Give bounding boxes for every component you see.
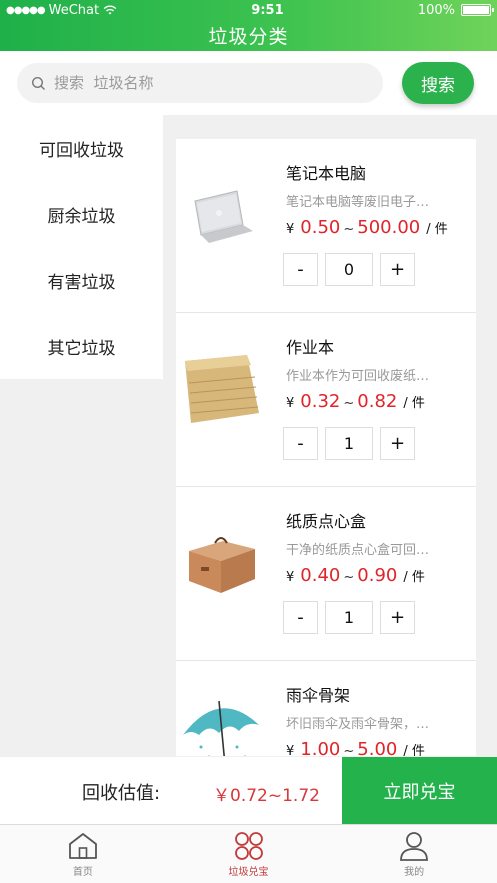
- product-price: ¥ 0.50 ~ 500.00 / 件: [286, 217, 448, 238]
- app-header: ●●●●● WeChat 9:51 100% 垃圾分类: [0, 0, 497, 51]
- quantity-stepper: - 1 +: [283, 601, 415, 634]
- search-icon: [31, 76, 45, 90]
- search-bar: 搜索: [0, 51, 497, 115]
- price-separator: ~: [343, 570, 355, 585]
- price-separator: ~: [343, 396, 355, 411]
- tab-home-label: 首页: [72, 866, 93, 878]
- cake-box-image: [189, 537, 255, 593]
- quantity-value[interactable]: 1: [325, 601, 373, 634]
- price-min: 0.40: [300, 565, 341, 586]
- quantity-stepper: - 1 +: [283, 427, 415, 460]
- product-description: 笔记本电脑等废旧电子…: [286, 195, 430, 210]
- price-max: 500.00: [357, 217, 421, 238]
- estimate-value: ￥0.72~1.72: [213, 786, 320, 806]
- product-name: 作业本: [286, 338, 335, 357]
- price-min: 0.32: [300, 391, 341, 412]
- tab-bar: 首页 垃圾兑宝 我的: [0, 824, 497, 883]
- product-price: ¥ 0.40 ~ 0.90 / 件: [286, 565, 425, 586]
- search-field[interactable]: [17, 63, 383, 103]
- increment-button[interactable]: +: [380, 427, 415, 460]
- decrement-button[interactable]: -: [283, 601, 318, 634]
- laptop-image: [194, 190, 253, 243]
- search-input[interactable]: [54, 74, 354, 92]
- product-name: 笔记本电脑: [286, 164, 367, 183]
- quantity-value[interactable]: 0: [325, 253, 373, 286]
- product-description: 坏旧雨伞及雨伞骨架，…: [286, 717, 430, 732]
- tab-profile-label: 我的: [404, 866, 425, 878]
- wifi-icon: [103, 5, 117, 15]
- tab-profile[interactable]: 我的: [331, 825, 497, 883]
- currency-symbol: ¥: [286, 222, 295, 237]
- product-item[interactable]: 笔记本电脑 笔记本电脑等废旧电子… ¥ 0.50 ~ 500.00 / 件 - …: [176, 139, 476, 313]
- decrement-button[interactable]: -: [283, 253, 318, 286]
- battery-icon: [460, 4, 494, 16]
- price-max: 5.00: [357, 739, 398, 756]
- product-item[interactable]: 雨伞骨架 坏旧雨伞及雨伞骨架，… ¥ 1.00 ~ 5.00 / 件 - 1 +: [176, 661, 476, 756]
- category-item-kitchen[interactable]: 厨余垃圾: [0, 181, 163, 247]
- product-name: 纸质点心盒: [286, 512, 367, 531]
- category-sidebar: 可回收垃圾 厨余垃圾 有害垃圾 其它垃圾: [0, 115, 163, 379]
- umbrella-image: [183, 700, 259, 756]
- product-item[interactable]: 纸质点心盒 干净的纸质点心盒可回… ¥ 0.40 ~ 0.90 / 件 - 1 …: [176, 487, 476, 661]
- search-button[interactable]: 搜索: [402, 62, 474, 104]
- quantity-value[interactable]: 1: [325, 427, 373, 460]
- notebook-image: [185, 355, 259, 423]
- increment-button[interactable]: +: [380, 253, 415, 286]
- currency-symbol: ¥: [286, 570, 295, 585]
- category-item-recyclable[interactable]: 可回收垃圾: [0, 115, 163, 181]
- price-min: 1.00: [300, 739, 341, 756]
- price-min: 0.50: [300, 217, 341, 238]
- increment-button[interactable]: +: [380, 601, 415, 634]
- price-unit: / 件: [426, 222, 448, 237]
- category-item-hazardous[interactable]: 有害垃圾: [0, 247, 163, 313]
- tab-exchange-label: 垃圾兑宝: [228, 866, 269, 878]
- price-separator: ~: [343, 222, 355, 237]
- quantity-stepper: - 0 +: [283, 253, 415, 286]
- currency-symbol: ¥: [286, 396, 295, 411]
- signal-icon: ●●●●●: [6, 4, 46, 16]
- category-item-other[interactable]: 其它垃圾: [0, 313, 163, 379]
- home-icon: [68, 832, 97, 859]
- product-name: 雨伞骨架: [286, 686, 351, 705]
- battery-percent: 100%: [417, 2, 455, 18]
- product-description: 作业本作为可回收废纸…: [286, 369, 430, 384]
- decrement-button[interactable]: -: [283, 427, 318, 460]
- summary-bar: 回收估值: ￥0.72~1.72 立即兑宝: [0, 757, 497, 824]
- status-time: 9:51: [251, 2, 284, 18]
- estimate-label: 回收估值:: [82, 783, 161, 804]
- price-max: 0.82: [357, 391, 398, 412]
- currency-symbol: ¥: [286, 744, 295, 756]
- carrier-label: WeChat: [48, 2, 100, 18]
- product-item[interactable]: 作业本 作业本作为可回收废纸… ¥ 0.32 ~ 0.82 / 件 - 1 +: [176, 313, 476, 487]
- user-icon: [400, 831, 429, 861]
- product-price: ¥ 1.00 ~ 5.00 / 件: [286, 739, 425, 756]
- price-max: 0.90: [357, 565, 398, 586]
- product-list[interactable]: 笔记本电脑 笔记本电脑等废旧电子… ¥ 0.50 ~ 500.00 / 件 - …: [176, 139, 476, 756]
- price-separator: ~: [343, 744, 355, 756]
- product-price: ¥ 0.32 ~ 0.82 / 件: [286, 391, 425, 412]
- grid-icon: [234, 831, 263, 860]
- price-unit: / 件: [403, 570, 425, 585]
- product-description: 干净的纸质点心盒可回…: [286, 543, 430, 558]
- price-unit: / 件: [403, 396, 425, 411]
- tab-exchange[interactable]: 垃圾兑宝: [166, 825, 332, 883]
- exchange-button[interactable]: 立即兑宝: [342, 757, 497, 824]
- status-bar: ●●●●● WeChat 9:51 100%: [0, 0, 497, 20]
- tab-home[interactable]: 首页: [0, 825, 166, 883]
- price-unit: / 件: [403, 744, 425, 756]
- page-title: 垃圾分类: [208, 26, 289, 48]
